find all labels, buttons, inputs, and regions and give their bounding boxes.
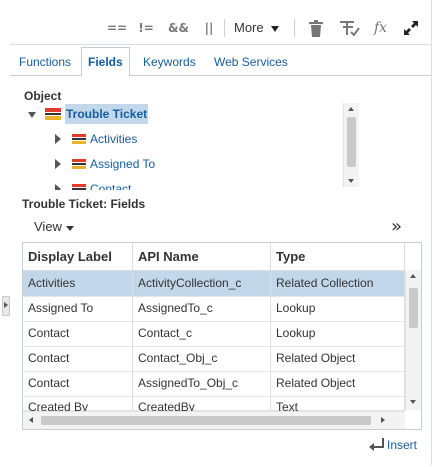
collapse-arrow-icon [4, 302, 8, 308]
toolbar-separator [224, 19, 225, 37]
insert-arrow-icon [368, 438, 384, 452]
cell-display-label: Activities [23, 271, 133, 296]
view-menu-button[interactable]: View [34, 219, 62, 234]
object-heading: Object [24, 89, 62, 103]
tree-scrollbar[interactable] [343, 103, 359, 187]
scrollbar-thumb[interactable] [409, 288, 418, 328]
overflow-chevron-icon[interactable]: » [391, 216, 402, 237]
cell-display-label: Assigned To [23, 296, 133, 321]
cell-type: Related Object [271, 346, 405, 371]
scroll-up-arrow-icon[interactable] [410, 274, 416, 278]
expand-triangle-icon[interactable] [55, 159, 61, 169]
not-equals-operator-button[interactable]: != [138, 18, 154, 38]
table-row[interactable]: Activities ActivityCollection_c Related … [23, 271, 405, 297]
table-row[interactable]: Created By CreatedBy Text [23, 396, 405, 421]
object-icon [72, 134, 86, 144]
column-header-type[interactable]: Type [271, 243, 405, 270]
validate-icon[interactable] [340, 20, 360, 37]
cell-type: Related Object [271, 371, 405, 396]
more-label: More [234, 20, 264, 35]
scrollbar-thumb[interactable] [347, 117, 356, 167]
and-operator-button[interactable]: && [168, 18, 189, 38]
tab-functions[interactable]: Functions [19, 51, 71, 75]
cell-api-name: AssignedTo_c [133, 296, 271, 321]
cell-type: Lookup [271, 296, 405, 321]
fields-toolbar: View » [10, 213, 431, 241]
insert-label: Insert [386, 438, 417, 452]
cell-type: Lookup [271, 321, 405, 346]
expand-icon[interactable] [403, 20, 419, 36]
table-vertical-scrollbar[interactable] [405, 270, 421, 410]
expand-triangle-icon[interactable] [55, 184, 61, 190]
cell-display-label: Contact [23, 371, 133, 396]
or-operator-button[interactable]: || [203, 18, 215, 38]
cell-api-name: Contact_Obj_c [133, 346, 271, 371]
equals-operator-button[interactable]: == [107, 18, 127, 38]
tab-web-services[interactable]: Web Services [214, 51, 288, 75]
object-icon [45, 108, 61, 120]
tree-node-label: Trouble Ticket [65, 104, 149, 124]
tree-node-contact[interactable]: Contact [24, 179, 224, 190]
insert-button[interactable]: Insert [368, 438, 417, 452]
cell-api-name: Contact_c [133, 321, 271, 346]
table-row[interactable]: Contact Contact_c Lookup [23, 321, 405, 347]
object-icon [72, 184, 86, 190]
column-header-api-name[interactable]: API Name [133, 243, 271, 270]
scroll-down-arrow-icon[interactable] [348, 179, 354, 183]
tab-bar: Functions Fields Keywords Web Services [10, 45, 431, 77]
scroll-right-arrow-icon[interactable] [381, 417, 385, 423]
scroll-up-arrow-icon[interactable] [348, 107, 354, 111]
table-row[interactable]: Contact AssignedTo_Obj_c Related Object [23, 371, 405, 397]
cell-display-label: Contact [23, 346, 133, 371]
function-icon[interactable]: fx [374, 18, 392, 38]
chevron-down-icon [271, 26, 279, 32]
expression-builder-panel: == != && || More fx Functions Fields Key… [10, 0, 432, 465]
fields-table: Display Label API Name Type Activities A… [22, 242, 422, 430]
expand-triangle-icon[interactable] [55, 134, 61, 144]
scroll-left-arrow-icon[interactable] [29, 417, 33, 423]
cell-type: Related Collection [271, 271, 405, 296]
tree-node-label: Assigned To [90, 157, 156, 171]
scrollbar-thumb[interactable] [41, 416, 371, 425]
cell-display-label: Contact [23, 321, 133, 346]
chevron-down-icon[interactable] [66, 226, 74, 231]
toolbar-separator [294, 19, 295, 37]
fields-heading: Trouble Ticket: Fields [22, 197, 146, 211]
tree-node-label: Contact [90, 182, 132, 190]
tab-fields[interactable]: Fields [81, 47, 130, 77]
tree-node-root[interactable]: Trouble Ticket [24, 104, 224, 124]
trash-icon[interactable] [309, 20, 323, 37]
cell-api-name: AssignedTo_Obj_c [133, 371, 271, 396]
toolbar: == != && || More fx [10, 0, 431, 45]
tree-node-activities[interactable]: Activities [24, 129, 224, 149]
cell-api-name: ActivityCollection_c [133, 271, 271, 296]
more-menu-button[interactable]: More [234, 18, 282, 38]
collapse-triangle-icon[interactable] [28, 112, 36, 118]
panel-collapse-handle[interactable] [2, 296, 10, 316]
column-header-display-label[interactable]: Display Label [23, 243, 133, 270]
tab-keywords[interactable]: Keywords [143, 51, 196, 75]
tree-node-label: Activities [90, 132, 138, 146]
tree-node-assigned-to[interactable]: Assigned To [24, 154, 224, 174]
table-header: Display Label API Name Type [23, 243, 405, 271]
scroll-down-arrow-icon[interactable] [410, 400, 416, 404]
object-tree: Trouble Ticket Activities Assigned To Co… [24, 102, 364, 190]
table-horizontal-scrollbar[interactable] [23, 411, 405, 429]
table-row[interactable]: Assigned To AssignedTo_c Lookup [23, 296, 405, 322]
object-icon [72, 159, 86, 169]
table-row[interactable]: Contact Contact_Obj_c Related Object [23, 346, 405, 372]
